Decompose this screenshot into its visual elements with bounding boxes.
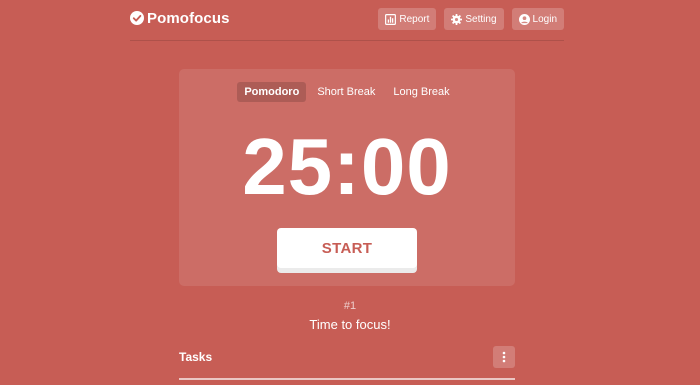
report-button[interactable]: Report — [378, 8, 437, 30]
tasks-menu-button[interactable] — [493, 346, 515, 368]
app-window: Pomofocus Report Setting Login Pomodoro … — [0, 0, 700, 385]
user-icon — [518, 13, 530, 25]
setting-button[interactable]: Setting — [444, 8, 504, 30]
header-nav: Report Setting Login — [378, 8, 564, 30]
setting-label: Setting — [465, 13, 497, 25]
tab-short-break[interactable]: Short Break — [310, 82, 382, 102]
timer-card: Pomodoro Short Break Long Break 25:00 ST… — [179, 69, 515, 286]
gear-icon — [451, 13, 463, 25]
session-counter[interactable]: #1 — [0, 300, 700, 312]
start-button[interactable]: START — [277, 228, 417, 268]
more-vertical-icon — [502, 351, 506, 363]
timer-display: 25:00 — [242, 122, 452, 211]
mode-tabs: Pomodoro Short Break Long Break — [179, 82, 515, 102]
brand-logo[interactable]: Pomofocus — [130, 9, 230, 27]
tasks-title: Tasks — [179, 350, 213, 364]
login-label: Login — [532, 13, 557, 25]
session-message: Time to focus! — [309, 317, 391, 332]
login-button[interactable]: Login — [511, 8, 564, 30]
tab-pomodoro[interactable]: Pomodoro — [237, 82, 307, 102]
tasks-header: Tasks — [179, 345, 515, 380]
top-header: Pomofocus Report Setting Login — [130, 0, 564, 41]
check-circle-icon — [130, 11, 144, 25]
tab-long-break[interactable]: Long Break — [386, 82, 456, 102]
report-label: Report — [399, 13, 430, 25]
brand-name: Pomofocus — [147, 9, 230, 27]
report-icon — [385, 13, 397, 25]
